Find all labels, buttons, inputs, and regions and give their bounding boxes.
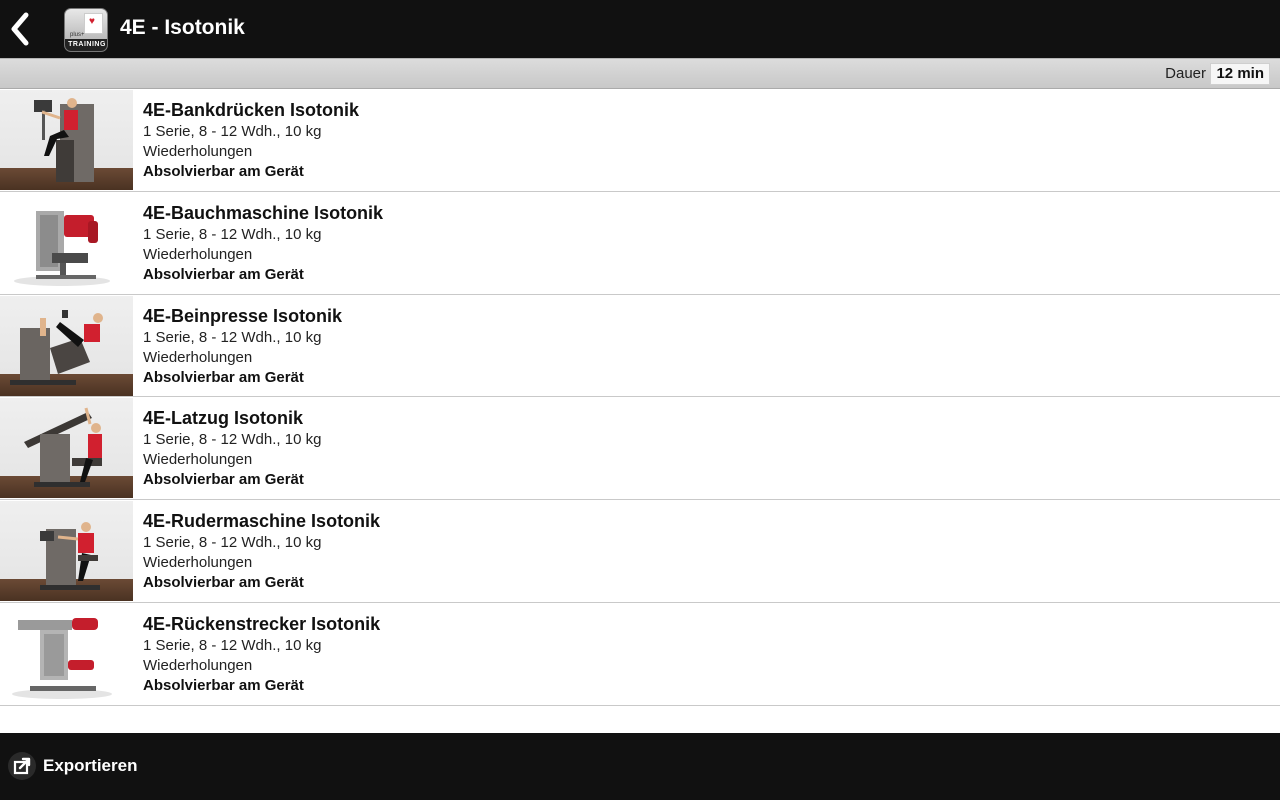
exercise-row[interactable]: 4E-Bauchmaschine Isotonik 1 Serie, 8 - 1… [0,191,1280,295]
back-button[interactable] [4,9,40,49]
export-label: Exportieren [43,756,138,775]
exercise-sets: 1 Serie, 8 - 12 Wdh., 10 kg [143,328,322,346]
exercise-sets: 1 Serie, 8 - 12 Wdh., 10 kg [143,225,322,243]
bottom-bar: Exportieren [0,733,1280,800]
exercise-name: 4E-Bauchmaschine Isotonik [143,202,384,223]
exercise-thumbnail [0,501,133,602]
exercise-note: Absolvierbar am Gerät [143,163,304,180]
exercise-name: 4E-Rudermaschine Isotonik [143,511,381,532]
exercise-reps-label: Wiederholungen [143,451,253,469]
exercise-reps-label: Wiederholungen [143,656,253,674]
exercise-thumbnail [0,192,133,293]
chevron-left-icon [11,12,29,46]
exercise-name: 4E-Bankdrücken Isotonik [143,100,360,120]
exercise-reps-label: Wiederholungen [143,245,253,263]
exercise-name: 4E-Rückenstrecker Isotonik [143,613,381,634]
exercise-note: Absolvierbar am Gerät [143,265,304,283]
exercise-sets: 1 Serie, 8 - 12 Wdh., 10 kg [143,123,322,140]
app-icon: ♥ plus+ TRAINING [64,8,108,52]
duration-value: 12 min [1210,63,1270,85]
exercise-note: Absolvierbar am Gerät [143,574,304,592]
exercise-thumbnail [0,398,133,499]
exercise-note: Absolvierbar am Gerät [143,368,304,386]
exercise-row[interactable]: 4E-Rudermaschine Isotonik 1 Serie, 8 - 1… [0,500,1280,603]
exercise-sets: 1 Serie, 8 - 12 Wdh., 10 kg [143,431,322,449]
exercise-thumbnail [0,90,133,190]
exercise-list: 4E-Bankdrücken Isotonik 1 Serie, 8 - 12 … [0,89,1280,706]
heart-icon: ♥ [89,16,95,27]
exercise-note: Absolvierbar am Gerät [143,676,304,694]
duration-bar: Dauer 12 min [0,58,1280,89]
exercise-reps-label: Wiederholungen [143,348,253,366]
exercise-row[interactable]: 4E-Latzug Isotonik 1 Serie, 8 - 12 Wdh.,… [0,397,1280,501]
exercise-thumbnail [0,295,133,396]
exercise-name: 4E-Latzug Isotonik [143,408,304,429]
exercise-row[interactable]: 4E-Rückenstrecker Isotonik 1 Serie, 8 - … [0,602,1280,706]
top-bar: ♥ plus+ TRAINING 4E - Isotonik [0,0,1280,58]
share-export-icon [8,752,36,780]
exercise-reps-label: Wiederholungen [143,143,253,160]
exercise-sets: 1 Serie, 8 - 12 Wdh., 10 kg [143,636,322,654]
exercise-name: 4E-Beinpresse Isotonik [143,305,343,326]
exercise-row[interactable]: 4E-Beinpresse Isotonik 1 Serie, 8 - 12 W… [0,294,1280,398]
duration-label: Dauer [1165,65,1206,82]
exercise-sets: 1 Serie, 8 - 12 Wdh., 10 kg [143,534,322,552]
exercise-note: Absolvierbar am Gerät [143,471,304,489]
page-title: 4E - Isotonik [120,16,245,39]
exercise-thumbnail [0,603,133,704]
exercise-reps-label: Wiederholungen [143,554,253,572]
exercise-row[interactable]: 4E-Bankdrücken Isotonik 1 Serie, 8 - 12 … [0,89,1280,192]
